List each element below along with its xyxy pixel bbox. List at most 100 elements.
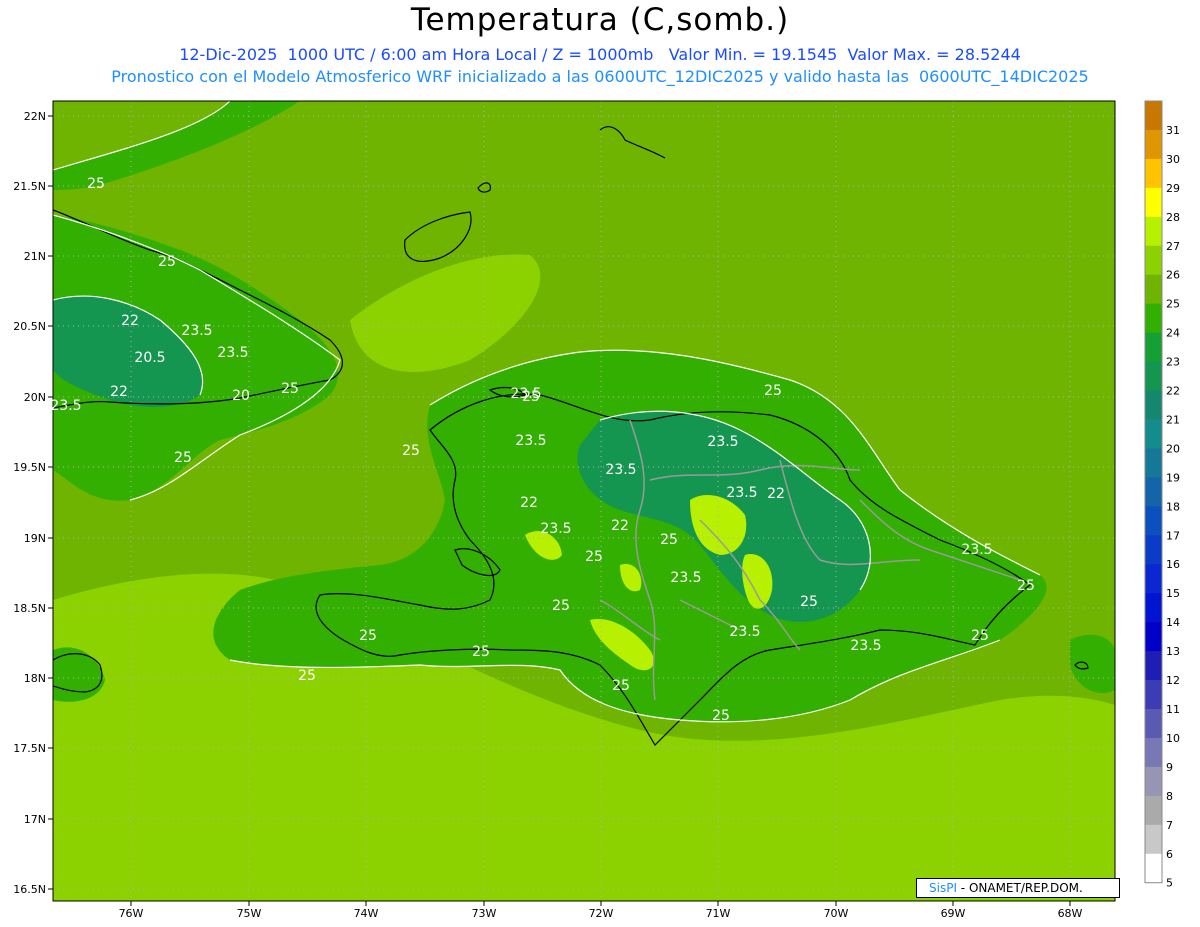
model-info-line: Pronostico con el Modelo Atmosferico WRF…	[111, 67, 1089, 86]
contour-label: 23.5	[50, 398, 81, 414]
colorbar-segment	[1145, 651, 1162, 681]
colorbar-label: 10	[1166, 732, 1180, 745]
contour-label: 23.5	[670, 570, 701, 586]
contour-label: 23.5	[707, 434, 738, 450]
contour-label: 25	[660, 532, 678, 548]
colorbar-label: 13	[1166, 645, 1180, 658]
lat-label: 20.5N	[13, 320, 46, 333]
contour-label: 20	[232, 388, 250, 404]
colorbar-label: 8	[1166, 790, 1173, 803]
contour-label: 25	[612, 678, 630, 694]
contour-label: 25	[971, 628, 989, 644]
colorbar-segment	[1145, 535, 1162, 565]
contour-label: 22	[611, 518, 629, 534]
contour-label: 25	[552, 598, 570, 614]
colorbar-segment	[1145, 216, 1162, 247]
lat-label: 18N	[24, 672, 46, 685]
colorbar-segment	[1145, 274, 1162, 305]
colorbar-segment	[1145, 390, 1162, 420]
colorbar-label: 18	[1166, 500, 1180, 513]
colorbar-segment	[1145, 766, 1162, 797]
colorbar-label: 5	[1166, 877, 1173, 890]
forecast-time-line: 12-Dic-2025 1000 UTC / 6:00 am Hora Loca…	[179, 45, 1021, 64]
lat-label: 19N	[24, 532, 46, 545]
colorbar-label: 30	[1166, 153, 1180, 166]
colorbar-label: 14	[1166, 616, 1180, 629]
lat-label: 20N	[24, 391, 46, 404]
colorbar-segment	[1145, 564, 1162, 594]
contour-label: 23.5	[961, 542, 992, 558]
colorbar-label: 21	[1166, 413, 1180, 426]
colorbar-segment	[1145, 680, 1162, 710]
colorbar-segment	[1145, 795, 1162, 826]
lat-label: 19.5N	[13, 461, 46, 474]
colorbar-segment	[1145, 361, 1162, 392]
contour-label: 25	[712, 708, 730, 724]
colorbar-label: 23	[1166, 356, 1180, 369]
colorbar-segment	[1145, 593, 1162, 623]
latitude-axis: 22N 21.5N 21N 20.5N 20N 19.5N 19N 18.5N 18N 17.5N…	[13, 110, 53, 896]
contour-label: 25	[402, 443, 420, 459]
contour-label: 23.5	[605, 462, 636, 478]
temperature-map: 22N 21.5N 21N 20.5N 20N 19.5N 19N 18.5N 18N 17.5N…	[13, 100, 1180, 920]
lat-label: 21.5N	[13, 180, 46, 193]
contour-label: 25	[359, 628, 377, 644]
colorbar-label: 11	[1166, 703, 1180, 716]
colorbar-segment	[1145, 158, 1162, 189]
colorbar: 31 30 29 28 27 26 25 24 23 22 21 20 19 18 17 16 15 14 13 12…	[1144, 100, 1180, 890]
contour-label: 25	[298, 668, 316, 684]
temperature-field	[53, 101, 1115, 901]
colorbar-label: 29	[1166, 182, 1180, 195]
lat-label: 16.5N	[13, 883, 46, 896]
colorbar-label: 9	[1166, 761, 1173, 774]
lon-label: 75W	[237, 907, 262, 920]
colorbar-segment	[1145, 129, 1162, 160]
colorbar-segment	[1145, 477, 1162, 507]
contour-label: 25	[764, 383, 782, 399]
lon-label: 72W	[589, 907, 614, 920]
colorbar-label: 16	[1166, 558, 1180, 571]
contour-label: 23.5	[729, 624, 760, 640]
colorbar-label: 17	[1166, 529, 1180, 542]
colorbar-label: 6	[1166, 848, 1173, 861]
longitude-axis: 76W 75W 74W 73W 72W 71W 70W 69W 68W	[119, 901, 1083, 920]
lon-label: 76W	[119, 907, 144, 920]
credit-brand: SisPI	[929, 881, 957, 895]
colorbar-segment	[1145, 853, 1162, 884]
colorbar-label: 20	[1166, 442, 1180, 455]
contour-label: 23.5	[510, 386, 541, 402]
lon-label: 71W	[706, 907, 731, 920]
colorbar-label: 27	[1166, 240, 1180, 253]
contour-label: 25	[1017, 578, 1035, 594]
lat-label: 17.5N	[13, 742, 46, 755]
lon-label: 74W	[354, 907, 379, 920]
contour-label: 23.5	[181, 323, 212, 339]
contour-label: 25	[585, 549, 603, 565]
lon-label: 70W	[824, 907, 849, 920]
colorbar-segment	[1145, 187, 1162, 218]
lat-label: 18.5N	[13, 602, 46, 615]
lon-label: 73W	[472, 907, 497, 920]
lat-label: 21N	[24, 250, 46, 263]
contour-label: 22	[520, 495, 538, 511]
colorbar-label: 22	[1166, 385, 1180, 398]
contour-label: 25	[281, 381, 299, 397]
colorbar-label: 15	[1166, 587, 1180, 600]
contour-label: 22	[121, 313, 139, 329]
colorbar-label: 28	[1166, 211, 1180, 224]
contour-label: 23.5	[850, 638, 881, 654]
contour-label: 25	[87, 176, 105, 192]
contour-label: 23.5	[515, 433, 546, 449]
contour-label: 22	[110, 384, 128, 400]
colorbar-label: 7	[1166, 819, 1173, 832]
contour-label: 23.5	[217, 345, 248, 361]
colorbar-label: 24	[1166, 327, 1180, 340]
lon-label: 69W	[941, 907, 966, 920]
colorbar-label: 12	[1166, 674, 1180, 687]
contour-label: 20.5	[134, 350, 165, 366]
colorbar-segment	[1145, 419, 1162, 449]
contour-label: 25	[158, 254, 176, 270]
colorbar-segment	[1145, 506, 1162, 536]
colorbar-label: 19	[1166, 471, 1180, 484]
credit-text: - ONAMET/REP.DOM.	[956, 881, 1083, 895]
